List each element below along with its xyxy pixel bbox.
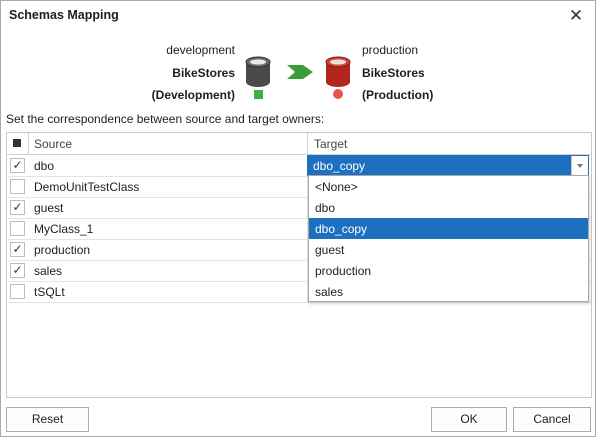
row-checkbox[interactable]: ✓ [10, 200, 25, 215]
row-checkbox[interactable] [10, 179, 25, 194]
dropdown-option-selected[interactable]: dbo_copy [309, 218, 588, 239]
ok-button[interactable]: OK [431, 407, 507, 432]
cancel-button[interactable]: Cancel [513, 407, 591, 432]
dropdown-option[interactable]: sales [309, 281, 588, 302]
source-connection-label: (Development) [151, 88, 235, 102]
schemas-mapping-dialog: Schemas Mapping ✕ development BikeStores… [0, 0, 596, 437]
source-database-icon [245, 56, 271, 87]
source-schema-cell: dbo [34, 159, 55, 173]
target-column-header[interactable]: Target [314, 137, 347, 151]
source-server-label: development [166, 43, 235, 57]
dropdown-option[interactable]: production [309, 260, 588, 281]
source-schema-cell: production [34, 243, 91, 257]
title-bar: Schemas Mapping ✕ [1, 1, 595, 31]
source-schema-cell: DemoUnitTestClass [34, 180, 140, 194]
reset-button[interactable]: Reset [6, 407, 89, 432]
target-database-icon [325, 56, 351, 87]
arrow-right-icon [287, 65, 313, 79]
dropdown-option[interactable]: guest [309, 239, 588, 260]
row-checkbox[interactable] [10, 221, 25, 236]
target-status-indicator [333, 89, 343, 99]
source-schema-cell: tSQLt [34, 285, 65, 299]
row-checkbox[interactable]: ✓ [10, 158, 25, 173]
row-checkbox[interactable]: ✓ [10, 263, 25, 278]
target-server-label: production [362, 43, 419, 57]
target-connection-label: (Production) [362, 88, 434, 102]
combobox-value: dbo_copy [313, 159, 366, 173]
grid-header: Source Target [7, 133, 591, 155]
source-schema-cell: sales [34, 264, 63, 278]
instruction-text: Set the correspondence between source an… [6, 112, 325, 126]
select-all-checkbox[interactable] [7, 133, 29, 154]
row-checkbox[interactable]: ✓ [10, 242, 25, 257]
source-database-label: BikeStores [172, 66, 235, 80]
source-schema-cell: MyClass_1 [34, 222, 94, 236]
source-status-indicator [254, 90, 263, 99]
dialog-title: Schemas Mapping [9, 8, 119, 22]
source-column-header[interactable]: Source [34, 137, 72, 151]
dropdown-option[interactable]: <None> [309, 176, 588, 197]
target-database-label: BikeStores [362, 66, 425, 80]
chevron-down-icon[interactable] [571, 156, 588, 175]
target-schema-dropdown[interactable]: <None> dbo dbo_copy guest production sal… [308, 175, 589, 302]
row-checkbox[interactable] [10, 284, 25, 299]
dropdown-option[interactable]: dbo [309, 197, 588, 218]
close-icon[interactable]: ✕ [565, 5, 587, 27]
target-schema-combobox[interactable]: dbo_copy [307, 155, 589, 176]
source-schema-cell: guest [34, 201, 64, 215]
